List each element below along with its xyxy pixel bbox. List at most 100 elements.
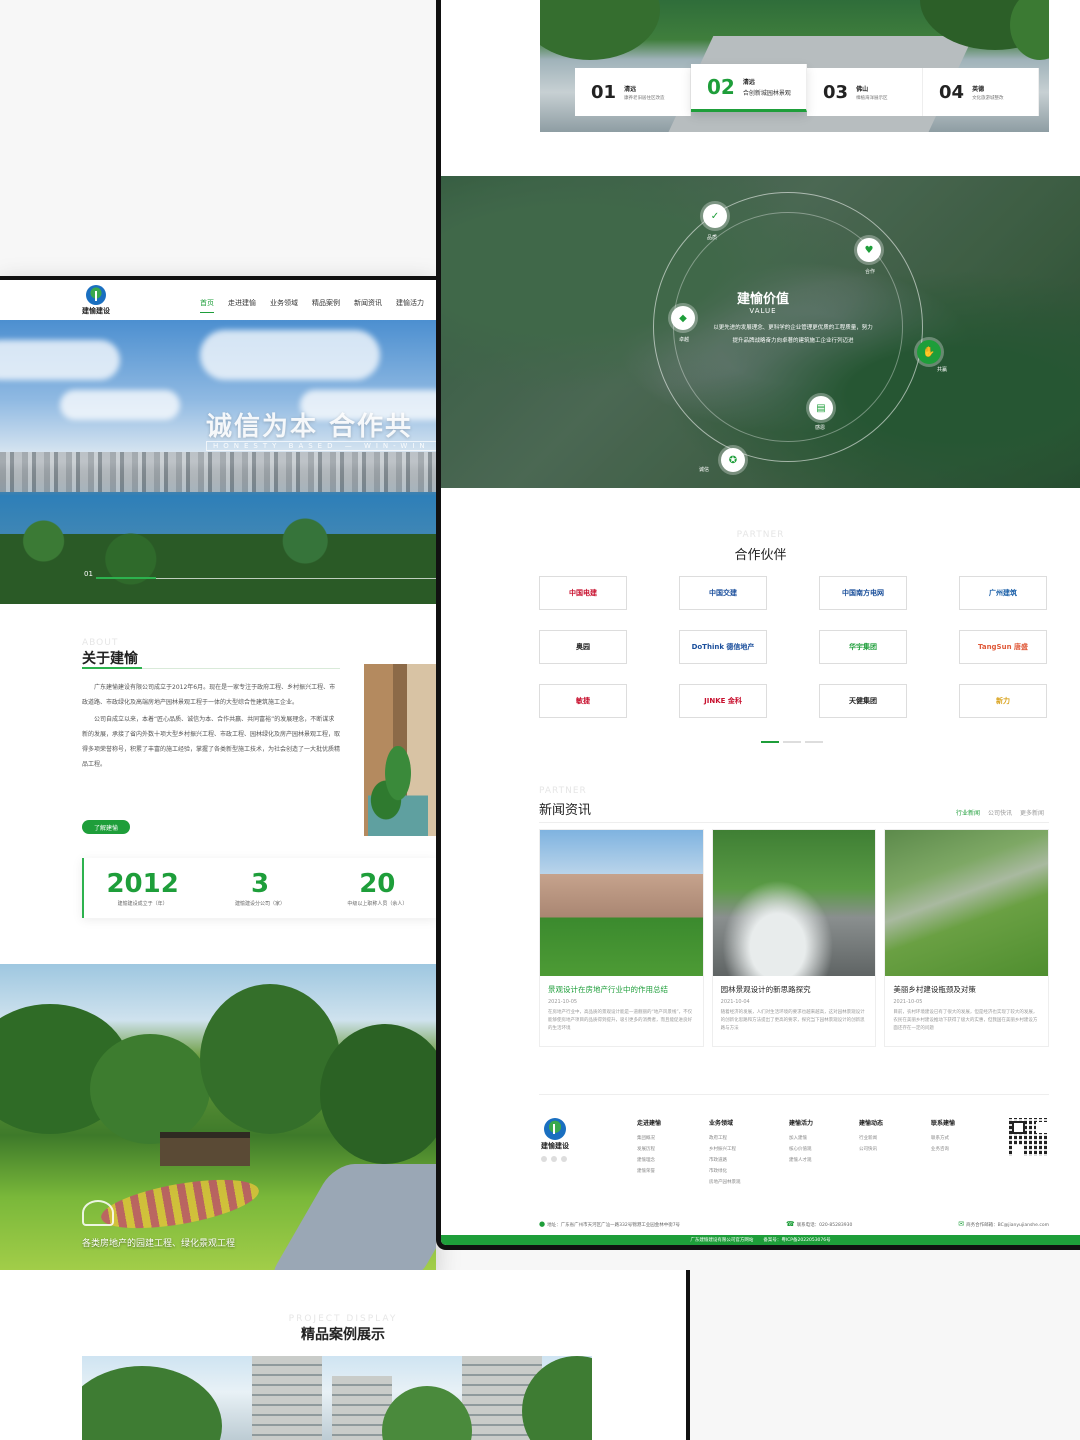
about-divider [82,667,340,669]
news-en-title: PARTNER [539,786,587,796]
project-tab-number: 04 [939,81,965,103]
news-card-date: 2021-10-04 [720,999,750,1005]
footer-column: 建愉动态 行业新闻 公司快讯 [859,1118,931,1190]
footer-link[interactable]: 建愉荣誉 [637,1168,709,1174]
top-nav: 建愉建设 首页 走进建愉 业务领域 精品案例 新闻资讯 建愉活力 [0,280,436,320]
footer-link[interactable]: 乡村振兴工程 [709,1146,789,1152]
news-tab[interactable]: 行业新闻 [956,808,980,817]
project-tab-text: 英德 文化旅游城整改 [972,84,1004,101]
nav-item-2[interactable]: 业务领域 [270,298,298,308]
pagination-dot[interactable] [761,741,779,743]
business-caption: 各类房地产的园建工程、绿化景观工程 [82,1239,236,1249]
project-tab-number: 02 [707,74,735,99]
nav-item-3[interactable]: 精品案例 [312,298,340,308]
nav-item-4[interactable]: 新闻资讯 [354,298,382,308]
footer-link[interactable]: 公司快讯 [859,1146,931,1152]
news-card[interactable]: 景观设计在房地产行业中的作用总结 2021-10-05 在房地产行业中，高品质的景观… [539,829,704,1047]
footer-logo[interactable]: 建愉建设 [541,1118,569,1151]
value-label: 品质 [707,235,718,241]
news-image[interactable] [712,830,876,976]
footer-link[interactable]: 行业新闻 [859,1135,931,1141]
footer-link[interactable]: 房地产园林景观 [709,1179,789,1185]
stat-value: 3 [250,868,270,899]
footer-link[interactable]: 加入建愉 [789,1135,859,1141]
news-image[interactable] [540,830,703,976]
footer-link[interactable]: 市政道路 [709,1157,789,1163]
nav-item-0[interactable]: 首页 [200,298,214,313]
shield-icon[interactable]: ✓ [703,204,727,228]
hands-icon[interactable]: ✋ [917,340,941,364]
footer-logo-text: 建愉建设 [541,1142,569,1150]
news-title: 新闻资讯 [539,803,592,818]
hero-banner: 诚信为本 合作共 HONESTY BASED — WIN-WIN COOPER … [0,320,436,604]
news-tab[interactable]: 公司快讯 [988,808,1012,817]
project-tab-desc: 合创新城园林景观 [742,89,791,97]
footer-column-title: 走进建愉 [637,1120,662,1127]
phone-text: 联系电话：020-85283930 [796,1223,853,1228]
learn-more-button[interactable]: 了解建愉 [82,820,130,834]
stat-item: 3 建愉建设分公司（家） [201,858,318,918]
news-card[interactable]: 园林景观设计的新思路探究 2021-10-04 随着经济的发展，人们对生活环境的要求… [711,829,877,1047]
footer-link[interactable]: 市政绿化 [709,1168,789,1174]
footer-link[interactable]: 集团概况 [637,1135,709,1141]
news-divider [539,822,1049,823]
news-card[interactable]: 美丽乡村建设瓶颈及对策 2021-10-05 目前，农村环境建设已有了很大的发展，但… [884,829,1050,1047]
footer-link[interactable]: 发展历程 [637,1146,709,1152]
partner-logo[interactable]: 中国交建 [679,576,767,610]
news-image[interactable] [885,830,1049,976]
icp-link[interactable]: 备案号：粤ICP备2022053076号 [763,1237,830,1243]
footer-link[interactable]: 政府工程 [709,1135,789,1141]
site-logo[interactable]: 建愉建设 [82,284,110,316]
location-icon: ● [539,1220,546,1228]
partner-logo[interactable]: 中国电建 [539,576,627,610]
project-tab-desc: 文化旅游城整改 [972,95,1004,101]
footer-link[interactable]: 建愉人才观 [789,1157,859,1163]
partner-logo[interactable]: DoThink 德信地产 [679,630,767,664]
news-tab[interactable]: 更多新闻 [1020,808,1044,817]
project-tab-04[interactable]: 04 英德 文化旅游城整改 [923,68,1039,116]
footer-link[interactable]: 建愉理念 [637,1157,709,1163]
footer-link[interactable]: 联系方式 [931,1135,981,1141]
document-icon[interactable]: ▤ [809,396,833,420]
diamond-icon[interactable]: ◆ [671,306,695,330]
partner-logo[interactable]: 中国南方电网 [819,576,907,610]
phone-icon: ☎ [785,1220,795,1228]
partner-logo[interactable]: TangSun 唐盛 [959,630,1047,664]
medal-icon[interactable]: ✪ [721,448,745,472]
partner-logo[interactable]: 广州建筑 [959,576,1047,610]
logo-text: 建愉建设 [82,306,110,315]
stat-label: 建愉建设成立于（年） [117,900,168,907]
hero-progress-bar[interactable] [96,577,436,579]
footer-link[interactable]: 业务咨询 [931,1146,981,1152]
qr-code [1009,1118,1047,1156]
nav-item-5[interactable]: 建愉活力 [396,298,424,308]
pagination-dot[interactable] [783,741,801,743]
stats-panel: 2012 建愉建设成立于（年） 3 建愉建设分公司（家） 20 中级以上职称人员（余人） [82,858,436,918]
email-info: ✉ 商务合作邮箱：BC@jianyujianshe.com [958,1220,1049,1228]
case-photo[interactable] [82,1356,592,1440]
nav-item-1[interactable]: 走进建愉 [228,298,256,308]
hero-title: 诚信为本 合作共 [206,412,414,442]
project-tab-01[interactable]: 01 清远 康养老旧居住区改造 [575,68,691,116]
partner-logo[interactable]: JINKE 金科 [679,684,767,718]
qq-icon[interactable] [561,1156,567,1162]
partner-logo[interactable]: 奥园 [539,630,627,664]
footer-link[interactable]: 核心价值观 [789,1146,859,1152]
partner-logo[interactable]: 敏捷 [539,684,627,718]
partner-logo[interactable]: 华宇集团 [819,630,907,664]
wechat-icon[interactable] [541,1156,547,1162]
partner-logo[interactable]: 天健集团 [819,684,907,718]
news-card-summary: 在房地产行业中，高品质的景观设计能是一道靓丽的“地产风景线”，不仅能够使房地产项… [548,1010,693,1031]
copyright-text: 广东建愉建设有限公司官方网站 [690,1238,754,1243]
project-tab-desc: 樟植海洋展示区 [856,95,888,101]
handshake-icon[interactable]: ♥ [857,238,881,262]
stat-label: 中级以上职称人员（余人） [347,900,408,907]
weibo-icon[interactable] [551,1156,557,1162]
partner-logo[interactable]: 新力 [959,684,1047,718]
pagination-dot[interactable] [805,741,823,743]
project-tab-02[interactable]: 02 清远 合创新城园林景观 [691,64,807,112]
copyright-bar: 广东建愉建设有限公司官方网站 备案号：粤ICP备2022053076号 [441,1235,1080,1245]
project-tab-03[interactable]: 03 佛山 樟植海洋展示区 [807,68,923,116]
nav-menu: 首页 走进建愉 业务领域 精品案例 新闻资讯 建愉活力 [200,298,424,313]
stat-value: 2012 [106,868,179,899]
